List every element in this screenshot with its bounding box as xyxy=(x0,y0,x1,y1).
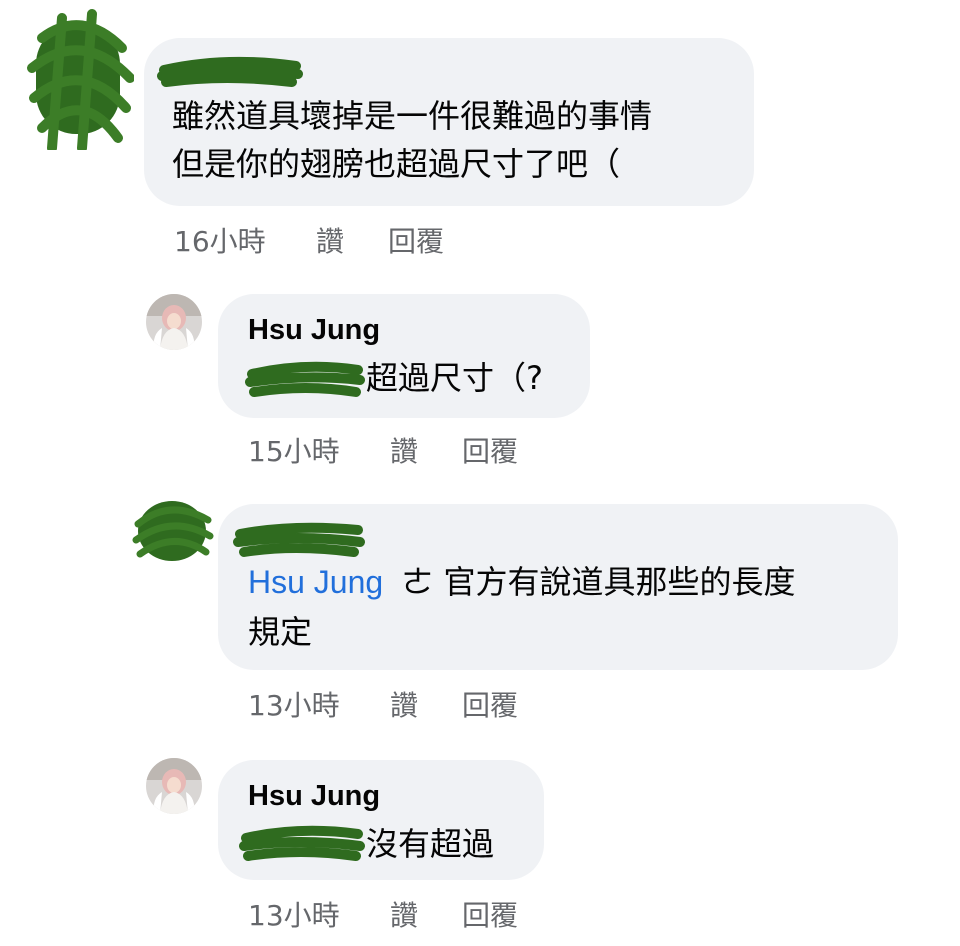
comment-meta: 13小時 讚 回覆 xyxy=(248,684,648,724)
author-name-redaction xyxy=(157,56,303,87)
comment-timestamp: 16小時 xyxy=(174,225,266,258)
reply-text: 沒有超過 xyxy=(366,825,495,863)
reply-text-line: 規定 xyxy=(248,613,313,651)
reply-text: ㄜ 官方有說道具那些的長度 xyxy=(401,563,796,601)
comment-bubble: 雖然道具壞掉是一件很難過的事情 但是你的翅膀也超過尺寸了吧（ xyxy=(144,38,754,206)
reply-bubble: Hsu Jung 沒有超過 xyxy=(218,760,544,880)
comment-meta: 15小時 讚 回覆 xyxy=(248,430,648,470)
comment-meta: 13小時 讚 回覆 xyxy=(248,894,648,934)
commenter-avatar[interactable] xyxy=(22,8,134,150)
hsu-jung-avatar[interactable] xyxy=(146,294,202,350)
mention-link[interactable]: Hsu Jung xyxy=(248,564,383,600)
comment-timestamp: 15小時 xyxy=(248,435,340,468)
reply-text: 超過尺寸（? xyxy=(366,359,543,397)
comment-timestamp: 13小時 xyxy=(248,689,340,722)
reply-text-line: Hsu Jung ㄜ 官方有說道具那些的長度 xyxy=(248,560,796,604)
hsu-jung-avatar[interactable] xyxy=(146,758,202,814)
commenter-avatar[interactable] xyxy=(130,494,214,568)
reply-bubble: Hsu Jung 超過尺寸（? xyxy=(218,294,590,418)
author-name-redaction xyxy=(233,522,365,557)
mention-redaction[interactable] xyxy=(239,824,365,864)
comment-timestamp: 13小時 xyxy=(248,899,340,932)
like-button[interactable]: 讚 xyxy=(316,220,344,260)
like-button[interactable]: 讚 xyxy=(390,684,418,724)
like-button[interactable]: 讚 xyxy=(390,430,418,470)
reply-bubble: Hsu Jung ㄜ 官方有說道具那些的長度 規定 xyxy=(218,504,898,670)
reply-button[interactable]: 回覆 xyxy=(462,430,518,470)
author-name[interactable]: Hsu Jung xyxy=(248,314,380,347)
reply-button[interactable]: 回覆 xyxy=(462,684,518,724)
like-button[interactable]: 讚 xyxy=(390,894,418,934)
reply-button[interactable]: 回覆 xyxy=(462,894,518,934)
comment-text-line: 雖然道具壞掉是一件很難過的事情 xyxy=(172,97,653,135)
reply-button[interactable]: 回覆 xyxy=(388,220,444,260)
comment-meta: 16小時 讚 回覆 xyxy=(174,220,574,260)
mention-redaction[interactable] xyxy=(245,360,366,400)
scribble-avatar-redaction xyxy=(27,9,134,150)
author-name[interactable]: Hsu Jung xyxy=(248,780,380,813)
comment-text-line: 但是你的翅膀也超過尺寸了吧（ xyxy=(172,145,621,183)
scribble-avatar-redaction xyxy=(132,501,214,561)
